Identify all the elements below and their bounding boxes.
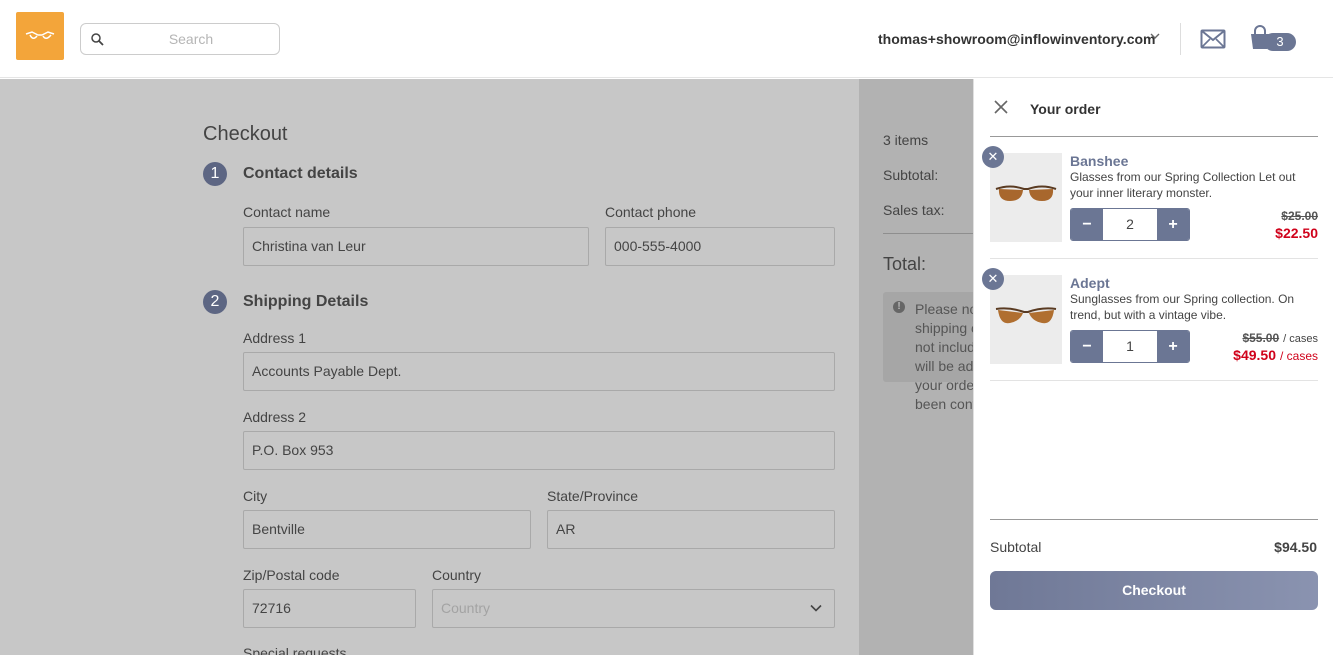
remove-item-button[interactable]: ✕ — [982, 146, 1004, 168]
search-input[interactable] — [111, 24, 271, 54]
special-requests-label: Special requests — [243, 645, 347, 655]
sale-price: $49.50 — [1233, 347, 1276, 363]
drawer-title: Your order — [1030, 101, 1101, 117]
country-select-placeholder: Country — [441, 600, 491, 616]
mail-icon[interactable] — [1200, 29, 1226, 49]
product-image[interactable] — [990, 153, 1062, 242]
sale-price-row: $49.50/ cases — [1233, 347, 1318, 363]
product-image[interactable] — [990, 275, 1062, 364]
increase-quantity-button[interactable]: + — [1157, 209, 1189, 240]
summary-items-count: 3 items — [883, 132, 929, 148]
header-divider — [1180, 23, 1181, 55]
order-drawer: Your order ✕ Banshee Glasses from our Sp… — [973, 79, 1333, 655]
checkout-page: Checkout 1 Contact details Contact name … — [0, 79, 973, 655]
decrease-quantity-button[interactable]: − — [1071, 209, 1103, 240]
decrease-quantity-button[interactable]: − — [1071, 331, 1103, 362]
quantity-stepper[interactable]: − 1 + — [1070, 330, 1190, 363]
drawer-subtotal-label: Subtotal — [990, 539, 1042, 555]
address1-label: Address 1 — [243, 330, 307, 346]
price-unit: / cases — [1283, 333, 1318, 345]
original-price: $25.00 — [1281, 209, 1318, 223]
sunglasses-icon — [995, 185, 1057, 201]
product-description: Sunglasses from our Spring collection. O… — [1070, 292, 1295, 322]
info-icon: ! — [893, 301, 905, 313]
cart-count-badge[interactable]: 3 — [1264, 33, 1296, 51]
address2-input[interactable]: P.O. Box 953 — [243, 431, 835, 470]
order-summary: 3 items Subtotal: Sales tax: Total: ! Pl… — [859, 79, 973, 655]
address2-label: Address 2 — [243, 409, 307, 425]
contact-phone-input[interactable]: 000-555-4000 — [605, 227, 835, 266]
chevron-down-icon — [810, 604, 822, 612]
step-number-shipping: 2 — [203, 290, 227, 314]
zip-label: Zip/Postal code — [243, 567, 340, 583]
drawer-subtotal-value: $94.50 — [1274, 539, 1317, 555]
sale-price: $22.50 — [1275, 225, 1318, 241]
contact-name-input[interactable]: Christina van Leur — [243, 227, 589, 266]
country-label: Country — [432, 567, 482, 583]
summary-tax-label: Sales tax: — [883, 202, 945, 218]
summary-total-label: Total: — [883, 254, 927, 274]
summary-divider — [883, 233, 973, 234]
step-number-contact: 1 — [203, 162, 227, 186]
product-name[interactable]: Adept — [1070, 275, 1110, 291]
product-name[interactable]: Banshee — [1070, 153, 1128, 169]
remove-item-button[interactable]: ✕ — [982, 268, 1004, 290]
checkout-button[interactable]: Checkout — [990, 571, 1318, 610]
quantity-stepper[interactable]: − 2 + — [1070, 208, 1190, 241]
chevron-down-icon[interactable] — [1150, 32, 1160, 40]
shipping-notice-text: Please note that shipping costs are not … — [915, 301, 973, 412]
close-icon[interactable] — [994, 100, 1008, 114]
brand-logo[interactable] — [16, 12, 64, 60]
cart-item: ✕ Adept Sunglasses from our Spring colle… — [982, 259, 1318, 381]
zip-input[interactable]: 72716 — [243, 589, 416, 628]
city-input[interactable]: Bentville — [243, 510, 531, 549]
address1-input[interactable]: Accounts Payable Dept. — [243, 352, 835, 391]
top-header: thomas+showroom@inflowinventory.com 3 — [0, 0, 1333, 78]
original-price-row: $55.00/ cases — [1242, 331, 1318, 345]
increase-quantity-button[interactable]: + — [1157, 331, 1189, 362]
sunglasses-icon — [995, 307, 1057, 324]
summary-subtotal-label: Subtotal: — [883, 167, 939, 183]
quantity-value[interactable]: 1 — [1103, 331, 1157, 362]
page-title: Checkout — [203, 123, 288, 145]
section-title-contact: Contact details — [243, 165, 358, 182]
state-input[interactable]: AR — [547, 510, 835, 549]
state-label: State/Province — [547, 488, 639, 504]
search-icon — [91, 33, 104, 46]
quantity-value[interactable]: 2 — [1103, 209, 1157, 240]
user-account-menu[interactable]: thomas+showroom@inflowinventory.com — [878, 31, 1155, 47]
glasses-logo-icon — [25, 31, 55, 39]
section-title-shipping: Shipping Details — [243, 293, 369, 310]
shipping-notice: ! Please note that shipping costs are no… — [883, 292, 973, 412]
drawer-divider — [990, 519, 1318, 520]
country-select[interactable]: Country — [432, 589, 835, 628]
city-label: City — [243, 488, 268, 504]
price-unit: / cases — [1279, 349, 1318, 363]
original-price: $55.00 — [1242, 331, 1280, 345]
contact-phone-label: Contact phone — [605, 204, 697, 220]
product-description: Glasses from our Spring Collection Let o… — [1070, 170, 1296, 200]
search-box[interactable] — [80, 23, 280, 55]
cart-item: ✕ Banshee Glasses from our Spring Collec… — [982, 137, 1318, 259]
contact-name-label: Contact name — [243, 204, 331, 220]
